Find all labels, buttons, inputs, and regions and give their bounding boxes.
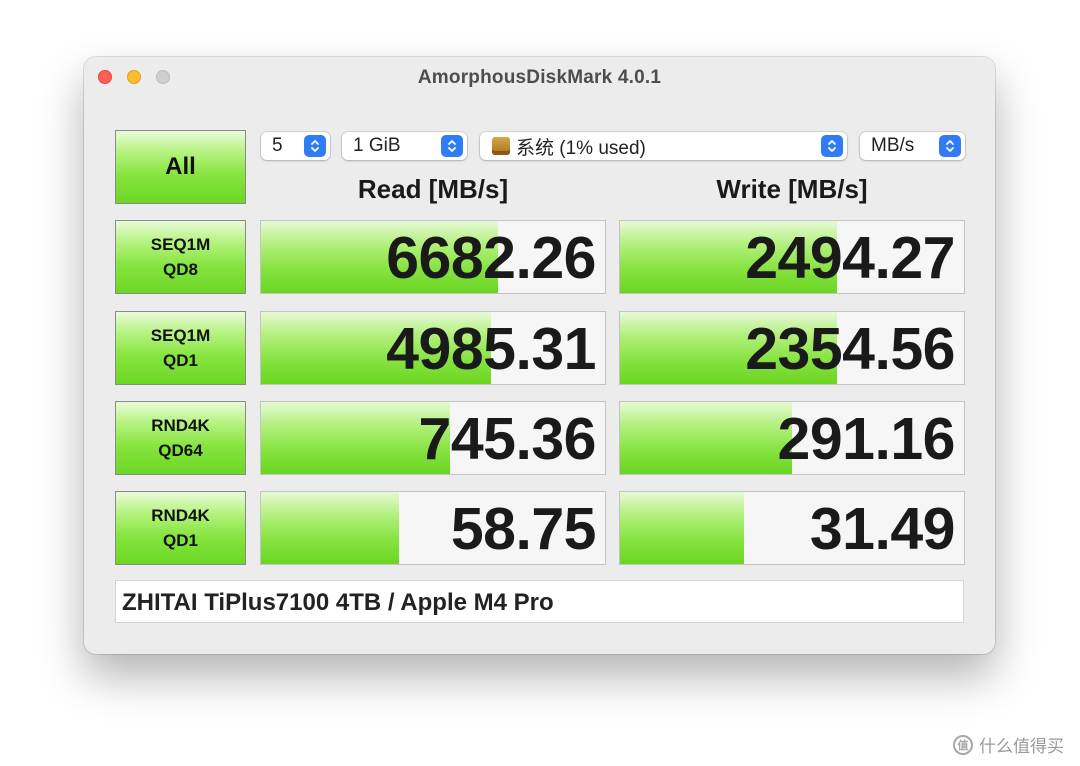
read-result-bar [261, 492, 399, 564]
write-result-bar [620, 402, 792, 474]
run-all-button[interactable]: All [115, 130, 246, 204]
chevron-updown-icon [939, 135, 961, 157]
rnd4k-qd1-button[interactable]: RND4K QD1 [115, 491, 246, 565]
test-label-line2: QD1 [163, 531, 198, 550]
volume-value: 系统 (1% used) [516, 137, 646, 159]
read-column-header: Read [MB/s] [357, 174, 509, 204]
write-result-value: 2354.56 [745, 316, 955, 382]
unit-value: MB/s [871, 135, 915, 156]
test-size-value: 1 GiB [353, 135, 401, 156]
write-column-header: Write [MB/s] [716, 174, 868, 204]
read-result-cell: 58.75 [260, 491, 606, 565]
write-result-bar [620, 492, 744, 564]
test-count-value: 5 [272, 135, 283, 156]
write-result-value: 2494.27 [745, 225, 955, 291]
chevron-updown-icon [441, 135, 463, 157]
read-result-value: 58.75 [450, 496, 597, 562]
watermark: 值 什么值得买 [953, 732, 1064, 757]
comment-field[interactable]: ZHITAI TiPlus7100 4TB / Apple M4 Pro [115, 580, 964, 623]
run-all-label: All [165, 153, 196, 180]
chevron-updown-icon [821, 135, 843, 157]
drive-icon [492, 137, 510, 155]
test-label-line1: RND4K [151, 506, 210, 525]
seq1m-qd8-button[interactable]: SEQ1M QD8 [115, 220, 246, 294]
write-result-cell: 291.16 [619, 401, 965, 475]
write-result-cell: 2354.56 [619, 311, 965, 385]
read-result-cell: 745.36 [260, 401, 606, 475]
read-result-value: 6682.26 [386, 225, 596, 291]
test-label-line2: QD64 [158, 441, 203, 460]
test-label-line2: QD1 [163, 351, 198, 370]
read-result-cell: 4985.31 [260, 311, 606, 385]
write-result-cell: 2494.27 [619, 220, 965, 294]
write-result-value: 31.49 [809, 496, 956, 562]
read-result-value: 745.36 [418, 406, 597, 472]
watermark-text: 什么值得买 [979, 737, 1064, 756]
read-result-cell: 6682.26 [260, 220, 606, 294]
test-label-line1: RND4K [151, 416, 210, 435]
rnd4k-qd64-button[interactable]: RND4K QD64 [115, 401, 246, 475]
test-label-line1: SEQ1M [150, 235, 211, 254]
test-count-select[interactable]: 5 [261, 132, 330, 160]
test-size-select[interactable]: 1 GiB [342, 132, 467, 160]
write-result-value: 291.16 [777, 406, 956, 472]
volume-select[interactable]: 系统 (1% used) [480, 132, 847, 160]
title-bar: AmorphousDiskMark 4.0.1 [84, 57, 995, 99]
window-title: AmorphousDiskMark 4.0.1 [417, 67, 662, 88]
watermark-logo-icon: 值 [953, 734, 973, 755]
test-label-line2: QD8 [163, 260, 198, 279]
app-window: AmorphousDiskMark 4.0.1 All 5 1 GiB 系统 (… [84, 57, 995, 654]
chevron-updown-icon [304, 135, 326, 157]
unit-select[interactable]: MB/s [860, 132, 965, 160]
seq1m-qd1-button[interactable]: SEQ1M QD1 [115, 311, 246, 385]
write-result-cell: 31.49 [619, 491, 965, 565]
read-result-value: 4985.31 [386, 316, 596, 382]
test-label-line1: SEQ1M [150, 326, 211, 345]
